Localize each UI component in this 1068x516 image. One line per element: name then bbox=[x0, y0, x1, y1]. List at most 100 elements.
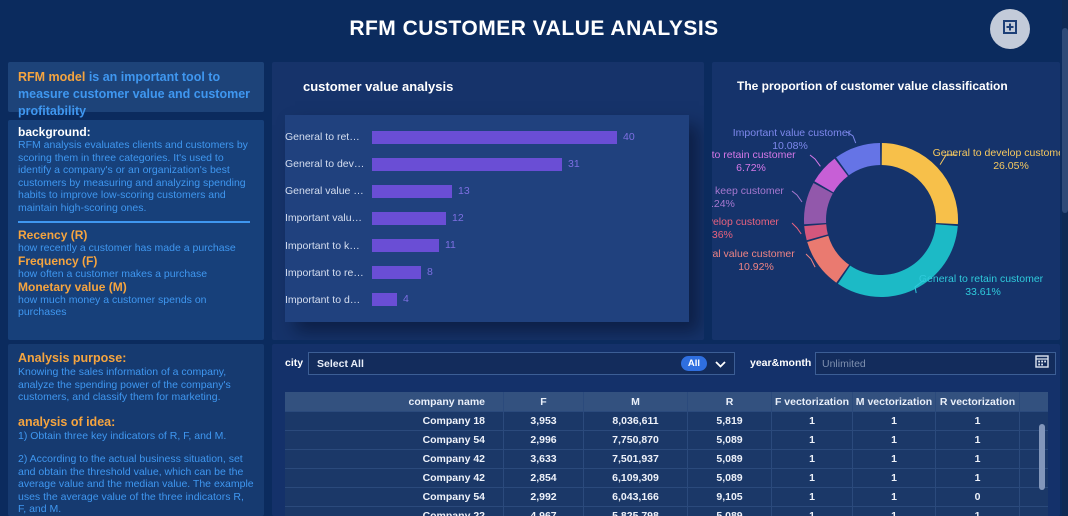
table-panel: city Select All All year&month Unlimited… bbox=[272, 344, 1060, 516]
table-header-cell: R vectorization bbox=[936, 392, 1020, 411]
donut-slice-percent: 10.08% bbox=[772, 140, 808, 152]
bar-category-label: Important to retain customer bbox=[285, 266, 365, 279]
bar-track: 31 bbox=[372, 157, 689, 171]
table-row[interactable]: Company 22 4,967 5,825,798 5,089 1 1 1 bbox=[285, 506, 1048, 516]
metric-monetary: Monetary value (M) how much money a cust… bbox=[18, 280, 254, 319]
bar[interactable] bbox=[372, 184, 452, 198]
table-cell: 1 bbox=[772, 431, 853, 449]
bar-value-label: 8 bbox=[427, 266, 433, 279]
table-cell: 2,854 bbox=[504, 469, 584, 487]
city-select[interactable]: Select All All bbox=[308, 352, 735, 375]
table-scrollbar[interactable] bbox=[1039, 424, 1045, 490]
page-scrollbar-thumb[interactable] bbox=[1062, 28, 1068, 213]
bar-category-label: General value customer bbox=[285, 185, 365, 198]
bar-category-label: Important to develop customer bbox=[285, 293, 365, 306]
bar[interactable] bbox=[372, 293, 397, 307]
background-heading: background: bbox=[18, 125, 91, 139]
table-cell: 1 bbox=[772, 507, 853, 516]
page-scrollbar[interactable] bbox=[1062, 0, 1068, 516]
table-cell: Company 42 bbox=[285, 469, 504, 487]
table-cell: Company 54 bbox=[285, 488, 504, 506]
table-header-cell: F vectorization bbox=[772, 392, 853, 411]
table-cell: 1 bbox=[853, 469, 936, 487]
analysis-panel: Analysis purpose: Knowing the sales info… bbox=[8, 344, 264, 516]
table-cell: 6,109,309 bbox=[584, 469, 688, 487]
year-month-field bbox=[815, 352, 1056, 375]
donut-slice[interactable] bbox=[807, 235, 850, 283]
table-header-cell: M bbox=[584, 392, 688, 411]
donut-slice[interactable] bbox=[837, 224, 958, 298]
table-cell: 2,992 bbox=[504, 488, 584, 506]
purpose-heading: Analysis purpose: bbox=[18, 351, 127, 365]
intro-panel: RFM model is an important tool to measur… bbox=[8, 62, 264, 118]
table-cell: 1 bbox=[936, 431, 1020, 449]
table-row[interactable]: Company 54 2,992 6,043,166 9,105 1 1 0 bbox=[285, 487, 1048, 506]
metric-term: Recency (R) bbox=[18, 228, 88, 242]
table-cell: 5,819 bbox=[688, 412, 772, 430]
expand-button[interactable] bbox=[990, 9, 1030, 49]
table-row[interactable]: Company 54 2,996 7,750,870 5,089 1 1 1 bbox=[285, 430, 1048, 449]
table-cell: 8,036,611 bbox=[584, 412, 688, 430]
table-cell: 1 bbox=[853, 507, 936, 516]
table-cell: 5,089 bbox=[688, 469, 772, 487]
idea-item-2: 2) According to the actual business situ… bbox=[18, 453, 254, 515]
background-panel: background: RFM analysis evaluates clien… bbox=[8, 120, 264, 340]
table-row[interactable]: Company 42 2,854 6,109,309 5,089 1 1 1 bbox=[285, 468, 1048, 487]
donut-slice-percent: 3.36% bbox=[712, 229, 733, 241]
table-cell: 1 bbox=[936, 507, 1020, 516]
bar-chart-title: customer value analysis bbox=[303, 79, 454, 94]
bar[interactable] bbox=[372, 157, 562, 171]
bar-value-label: 12 bbox=[452, 211, 464, 224]
table-row-gutter bbox=[1020, 507, 1048, 516]
bar-chart-panel: customer value analysis General to retai… bbox=[272, 62, 704, 340]
bar-track: 40 bbox=[372, 130, 689, 144]
donut-chart-panel: The proportion of customer value classif… bbox=[712, 62, 1060, 340]
table-cell: 0 bbox=[936, 488, 1020, 506]
year-month-input[interactable] bbox=[822, 357, 1035, 370]
company-table: company name F M R F vectorization M vectoriz… bbox=[285, 392, 1048, 516]
bar-track: 4 bbox=[372, 293, 689, 307]
metric-desc: how much money a customer spends on purc… bbox=[18, 294, 207, 318]
bar[interactable] bbox=[372, 239, 439, 253]
bar-row: General to retain customer 40 bbox=[285, 124, 689, 150]
table-cell: 1 bbox=[772, 412, 853, 430]
table-row[interactable]: Company 18 3,953 8,036,611 5,819 1 1 1 bbox=[285, 411, 1048, 430]
donut-slice-percent: 9.24% bbox=[712, 198, 735, 210]
donut-label-connector bbox=[791, 222, 802, 235]
donut-slice-percent: 26.05% bbox=[993, 160, 1029, 172]
metric-term: Monetary value (M) bbox=[18, 280, 127, 294]
table-row-gutter bbox=[1020, 488, 1048, 506]
table-cell: 1 bbox=[853, 450, 936, 468]
bar[interactable] bbox=[372, 266, 421, 280]
table-cell: 7,750,870 bbox=[584, 431, 688, 449]
bar[interactable] bbox=[372, 130, 617, 144]
donut-slice-label: Important to keep customer bbox=[712, 185, 784, 197]
table-cell: 3,633 bbox=[504, 450, 584, 468]
metric-recency: Recency (R) how recently a customer has … bbox=[18, 228, 254, 255]
donut-slice-label: Important value customer bbox=[732, 127, 852, 139]
bar-value-label: 40 bbox=[623, 130, 635, 143]
table-cell: 1 bbox=[936, 412, 1020, 430]
bar-chart: General to retain customer 40 General to d… bbox=[285, 115, 689, 322]
donut-slice-label: General to retain customer bbox=[918, 273, 1044, 285]
table-cell: 2,996 bbox=[504, 431, 584, 449]
table-cell: Company 18 bbox=[285, 412, 504, 430]
table-cell: Company 54 bbox=[285, 431, 504, 449]
table-cell: 7,501,937 bbox=[584, 450, 688, 468]
table-row[interactable]: Company 42 3,633 7,501,937 5,089 1 1 1 bbox=[285, 449, 1048, 468]
bar-category-label: General to retain customer bbox=[285, 131, 365, 143]
donut-chart bbox=[791, 131, 959, 298]
table-cell: 1 bbox=[772, 488, 853, 506]
calendar-icon[interactable] bbox=[1035, 354, 1049, 373]
table-cell: 1 bbox=[853, 431, 936, 449]
divider bbox=[18, 221, 250, 223]
year-month-filter-label: year&month bbox=[750, 357, 812, 369]
city-filter-label: city bbox=[285, 357, 304, 369]
donut-slice-label: Important to develop customer bbox=[712, 216, 779, 228]
bar[interactable] bbox=[372, 211, 446, 225]
bar-category-label: Important value customer bbox=[285, 212, 365, 225]
donut-label-connector bbox=[791, 190, 803, 203]
table-cell: 1 bbox=[772, 450, 853, 468]
intro-text: RFM model is an important tool to measur… bbox=[18, 69, 254, 120]
donut-slice-percent: 33.61% bbox=[965, 286, 1001, 298]
